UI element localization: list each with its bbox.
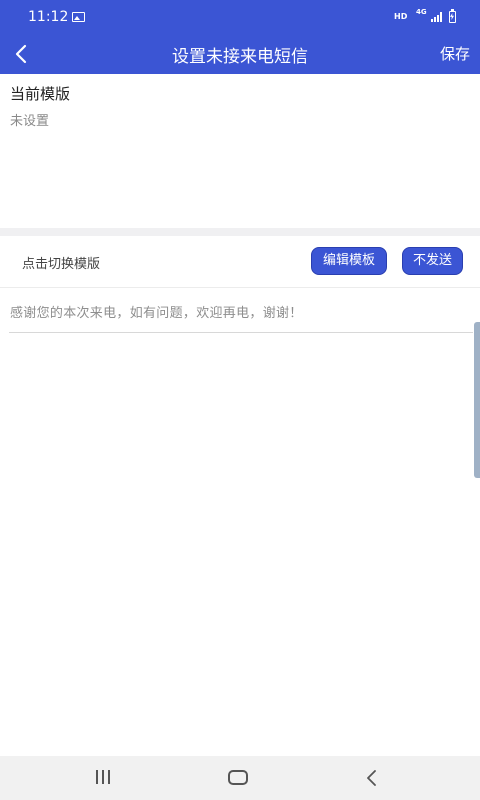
network-indicator: 4G (416, 8, 427, 16)
message-text[interactable]: 感谢您的本次来电，如有问题，欢迎再电，谢谢！ (10, 302, 303, 321)
system-nav-bar (0, 756, 480, 800)
current-template-label: 当前模版 (10, 85, 71, 103)
edit-template-button[interactable]: 编辑模板 (311, 247, 387, 275)
current-template-section: 当前模版 未设置 (0, 74, 480, 228)
battery-charging-icon (449, 9, 456, 23)
section-divider (0, 228, 480, 236)
hd-indicator: HD (394, 12, 408, 21)
switch-template-link[interactable]: 点击切换模版 (22, 253, 100, 272)
recents-button[interactable] (92, 768, 116, 788)
signal-icon (431, 12, 443, 22)
no-send-button[interactable]: 不发送 (402, 247, 463, 275)
current-template-value: 未设置 (10, 114, 50, 129)
status-time: 11:12 (28, 9, 69, 25)
status-bar: 11:12 HD 4G (0, 0, 480, 34)
page-title: 设置未接来电短信 (172, 47, 308, 67)
home-button[interactable] (228, 770, 248, 785)
app-bar: 设置未接来电短信 保存 (0, 34, 480, 74)
back-icon (367, 770, 376, 786)
message-underline (9, 332, 473, 333)
recents-icon (96, 770, 98, 784)
template-actions-row: 点击切换模版 编辑模板 不发送 (0, 236, 480, 288)
scroll-handle[interactable] (474, 322, 480, 478)
image-icon (72, 12, 85, 22)
nav-back-button[interactable] (360, 766, 384, 790)
save-button[interactable]: 保存 (440, 43, 470, 64)
